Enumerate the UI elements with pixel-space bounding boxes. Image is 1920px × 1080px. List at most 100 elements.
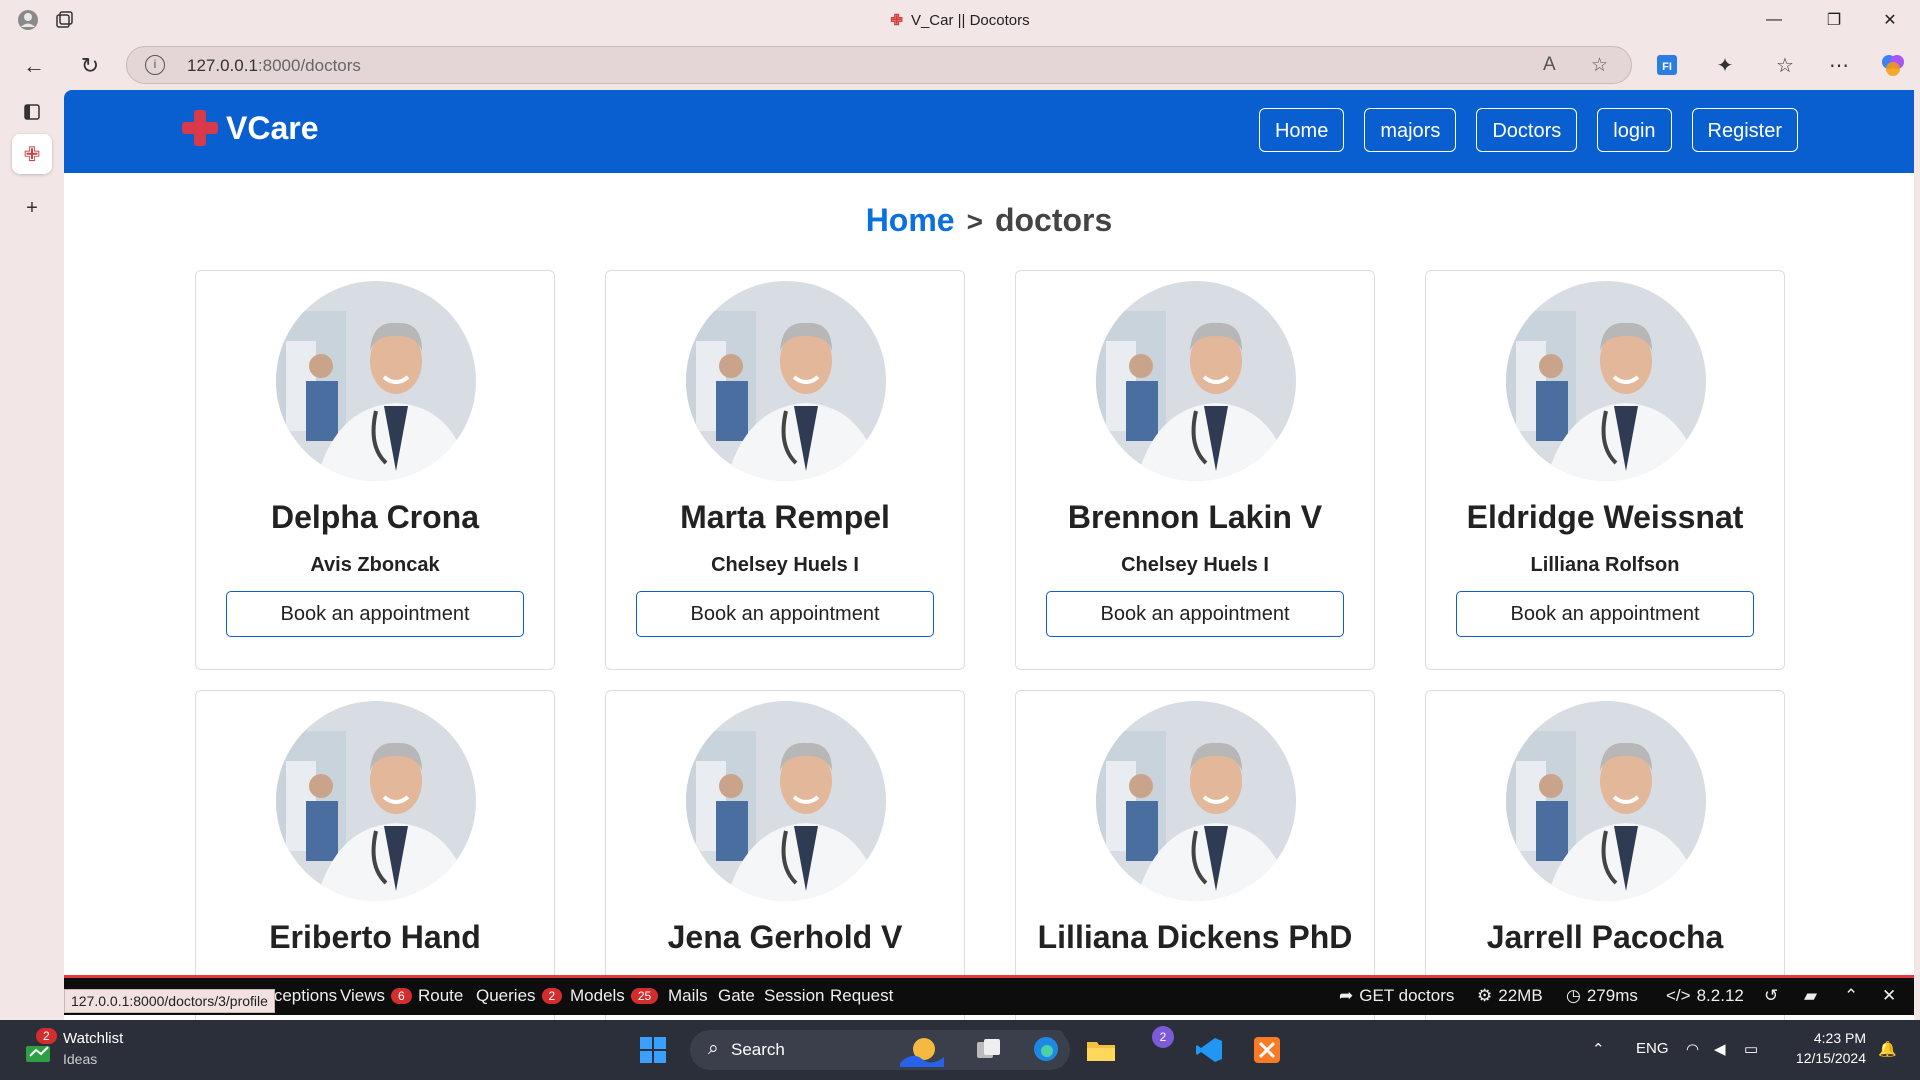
close-button[interactable]: ✕ bbox=[1862, 4, 1918, 36]
doctor-card: Jarrell Pacocha bbox=[1425, 690, 1785, 1020]
svg-text:FI: FI bbox=[1662, 61, 1672, 73]
code-icon: </> bbox=[1666, 986, 1691, 1005]
debug-tab-queries[interactable]: Queries 2 bbox=[476, 986, 563, 1006]
nav-register-button[interactable]: Register bbox=[1691, 108, 1798, 152]
start-windows-icon[interactable] bbox=[636, 1034, 670, 1066]
read-aloud-icon[interactable]: A bbox=[1543, 54, 1556, 76]
notifications-bell-icon[interactable]: 🔔 bbox=[1878, 1040, 1897, 1058]
site-navbar: VCare Home majors Doctors login Register bbox=[64, 90, 1914, 173]
doctor-major: Lilliana Rolfson bbox=[1530, 554, 1680, 576]
debug-request-label: GET doctors bbox=[1359, 986, 1455, 1005]
close-debugbar-icon[interactable]: ✕ bbox=[1882, 986, 1896, 1006]
new-tab-icon[interactable]: + bbox=[12, 188, 52, 228]
doctor-photo[interactable] bbox=[1096, 701, 1296, 901]
debug-tab-views[interactable]: Views 6 bbox=[340, 986, 412, 1006]
gears-icon: ⚙ bbox=[1477, 986, 1493, 1005]
debug-tab-models[interactable]: Models 25 bbox=[570, 986, 659, 1006]
debug-tab-session[interactable]: Session bbox=[764, 986, 824, 1006]
volume-icon[interactable]: ◀ bbox=[1714, 1040, 1726, 1058]
debug-tab-gate[interactable]: Gate bbox=[718, 986, 755, 1006]
debug-version[interactable]: </> 8.2.12 bbox=[1666, 986, 1744, 1006]
vertical-tab-vcare[interactable]: ✙ bbox=[12, 134, 52, 174]
doctor-photo[interactable] bbox=[686, 701, 886, 901]
doctor-name[interactable]: Brennon Lakin V bbox=[1016, 499, 1374, 536]
debug-tab-request[interactable]: Request bbox=[830, 986, 893, 1006]
history-icon[interactable]: ↺ bbox=[1764, 986, 1778, 1006]
debug-tab-route[interactable]: Route bbox=[418, 986, 463, 1006]
back-icon[interactable]: ← bbox=[18, 50, 50, 82]
doctor-photo[interactable] bbox=[1506, 701, 1706, 901]
book-appointment-button[interactable]: Book an appointment bbox=[1046, 591, 1344, 637]
refresh-icon[interactable]: ↻ bbox=[74, 50, 106, 82]
minimize-button[interactable]: — bbox=[1746, 4, 1802, 36]
extensions-puzzle-icon[interactable]: ✦ bbox=[1710, 50, 1740, 80]
browser-toolbar: ← ↻ i 127.0.0.1:8000/doctors A ☆ FI ✦ ☆ … bbox=[0, 40, 1920, 90]
site-info-icon[interactable]: i bbox=[145, 55, 165, 75]
clock-date[interactable]: 12/15/2024 bbox=[1786, 1050, 1866, 1066]
brand-cross-icon bbox=[180, 108, 220, 148]
vscode-icon[interactable] bbox=[1192, 1034, 1226, 1066]
doctor-photo[interactable] bbox=[1506, 281, 1706, 481]
doctor-photo[interactable] bbox=[276, 701, 476, 901]
doctor-name[interactable]: Jena Gerhold V bbox=[606, 919, 964, 956]
favorites-list-icon[interactable]: ☆ bbox=[1770, 50, 1800, 80]
breadcrumb-home-link[interactable]: Home bbox=[866, 202, 955, 238]
debug-time[interactable]: ◷ 279ms bbox=[1566, 986, 1638, 1006]
window-titlebar: ✙ V_Car || Docotors — ❐ ✕ bbox=[0, 0, 1920, 40]
file-explorer-icon[interactable] bbox=[1084, 1034, 1118, 1066]
task-view-icon[interactable] bbox=[972, 1034, 1006, 1066]
tray-overflow-icon[interactable]: ⌃ bbox=[1592, 1040, 1605, 1058]
debug-tab-label: Mails bbox=[668, 986, 708, 1005]
nav-majors-button[interactable]: majors bbox=[1364, 108, 1457, 152]
address-url[interactable]: 127.0.0.1:8000/doctors bbox=[187, 56, 361, 76]
more-menu-icon[interactable]: ⋯ bbox=[1824, 50, 1854, 80]
favorite-star-icon[interactable]: ☆ bbox=[1591, 54, 1608, 77]
doctor-photo[interactable] bbox=[276, 281, 476, 481]
debug-tab-mails[interactable]: Mails bbox=[668, 986, 708, 1006]
tab-actions-icon[interactable] bbox=[12, 92, 52, 132]
edge-taskbar-icon[interactable] bbox=[1028, 1030, 1064, 1068]
address-bar[interactable]: i 127.0.0.1:8000/doctors A ☆ bbox=[126, 46, 1632, 84]
folder-open-icon[interactable]: ▰ bbox=[1804, 986, 1817, 1006]
doctor-photo[interactable] bbox=[686, 281, 886, 481]
doctor-name[interactable]: Eldridge Weissnat bbox=[1426, 499, 1784, 536]
extension-fi-icon[interactable]: FI bbox=[1652, 50, 1682, 80]
book-appointment-button[interactable]: Book an appointment bbox=[636, 591, 934, 637]
doctor-photo[interactable] bbox=[1096, 281, 1296, 481]
breadcrumb: Home > doctors bbox=[64, 202, 1914, 239]
nav-home-button[interactable]: Home bbox=[1258, 108, 1345, 152]
site-brand[interactable]: VCare bbox=[180, 108, 319, 148]
book-appointment-button[interactable]: Book an appointment bbox=[226, 591, 524, 637]
restore-button[interactable]: ❐ bbox=[1806, 4, 1862, 36]
doctor-card: Lilliana Dickens PhD bbox=[1015, 690, 1375, 1020]
debug-tab-badge: 25 bbox=[630, 988, 659, 1004]
xampp-icon[interactable] bbox=[1250, 1034, 1284, 1066]
debug-memory[interactable]: ⚙ 22MB bbox=[1477, 986, 1543, 1006]
doctor-name[interactable]: Lilliana Dickens PhD bbox=[1016, 919, 1374, 956]
doctor-name[interactable]: Delpha Crona bbox=[196, 499, 554, 536]
doctors-grid: Delpha Crona Avis Zboncak Book an appointm… bbox=[195, 270, 1785, 1020]
language-indicator[interactable]: ENG bbox=[1636, 1040, 1669, 1057]
nav-login-button[interactable]: login bbox=[1597, 108, 1672, 152]
doctor-name[interactable]: Eriberto Hand bbox=[196, 919, 554, 956]
doctor-major: Avis Zboncak bbox=[310, 554, 440, 576]
doctor-card: Delpha Crona Avis Zboncak Book an appointm… bbox=[195, 270, 555, 670]
watchlist-widget-icon[interactable]: 2 bbox=[22, 1028, 57, 1066]
clock-time[interactable]: 4:23 PM bbox=[1786, 1030, 1866, 1046]
doctor-name[interactable]: Marta Rempel bbox=[606, 499, 964, 536]
doctor-name[interactable]: Jarrell Pacocha bbox=[1426, 919, 1784, 956]
wifi-icon[interactable]: ◠ bbox=[1686, 1040, 1699, 1058]
debug-tab-label: Request bbox=[830, 986, 894, 1005]
book-appointment-button[interactable]: Book an appointment bbox=[1456, 591, 1754, 637]
chevron-up-icon[interactable]: ⌃ bbox=[1844, 986, 1858, 1006]
battery-icon[interactable]: ▭ bbox=[1744, 1040, 1758, 1058]
debug-tab-label: Gate bbox=[718, 986, 755, 1005]
debug-request[interactable]: ➦ GET doctors bbox=[1339, 986, 1454, 1006]
taskbar-search[interactable]: ⌕ Search bbox=[690, 1030, 1070, 1070]
doctor-card: Brennon Lakin V Chelsey Huels I Book an ap… bbox=[1015, 270, 1375, 670]
watchlist-label[interactable]: Watchlist bbox=[63, 1030, 123, 1047]
window-title-text: V_Car || Docotors bbox=[910, 12, 1030, 29]
nav-doctors-button[interactable]: Doctors bbox=[1476, 108, 1578, 152]
debug-tab-label: Session bbox=[764, 986, 825, 1005]
copilot-icon[interactable] bbox=[1878, 50, 1908, 80]
